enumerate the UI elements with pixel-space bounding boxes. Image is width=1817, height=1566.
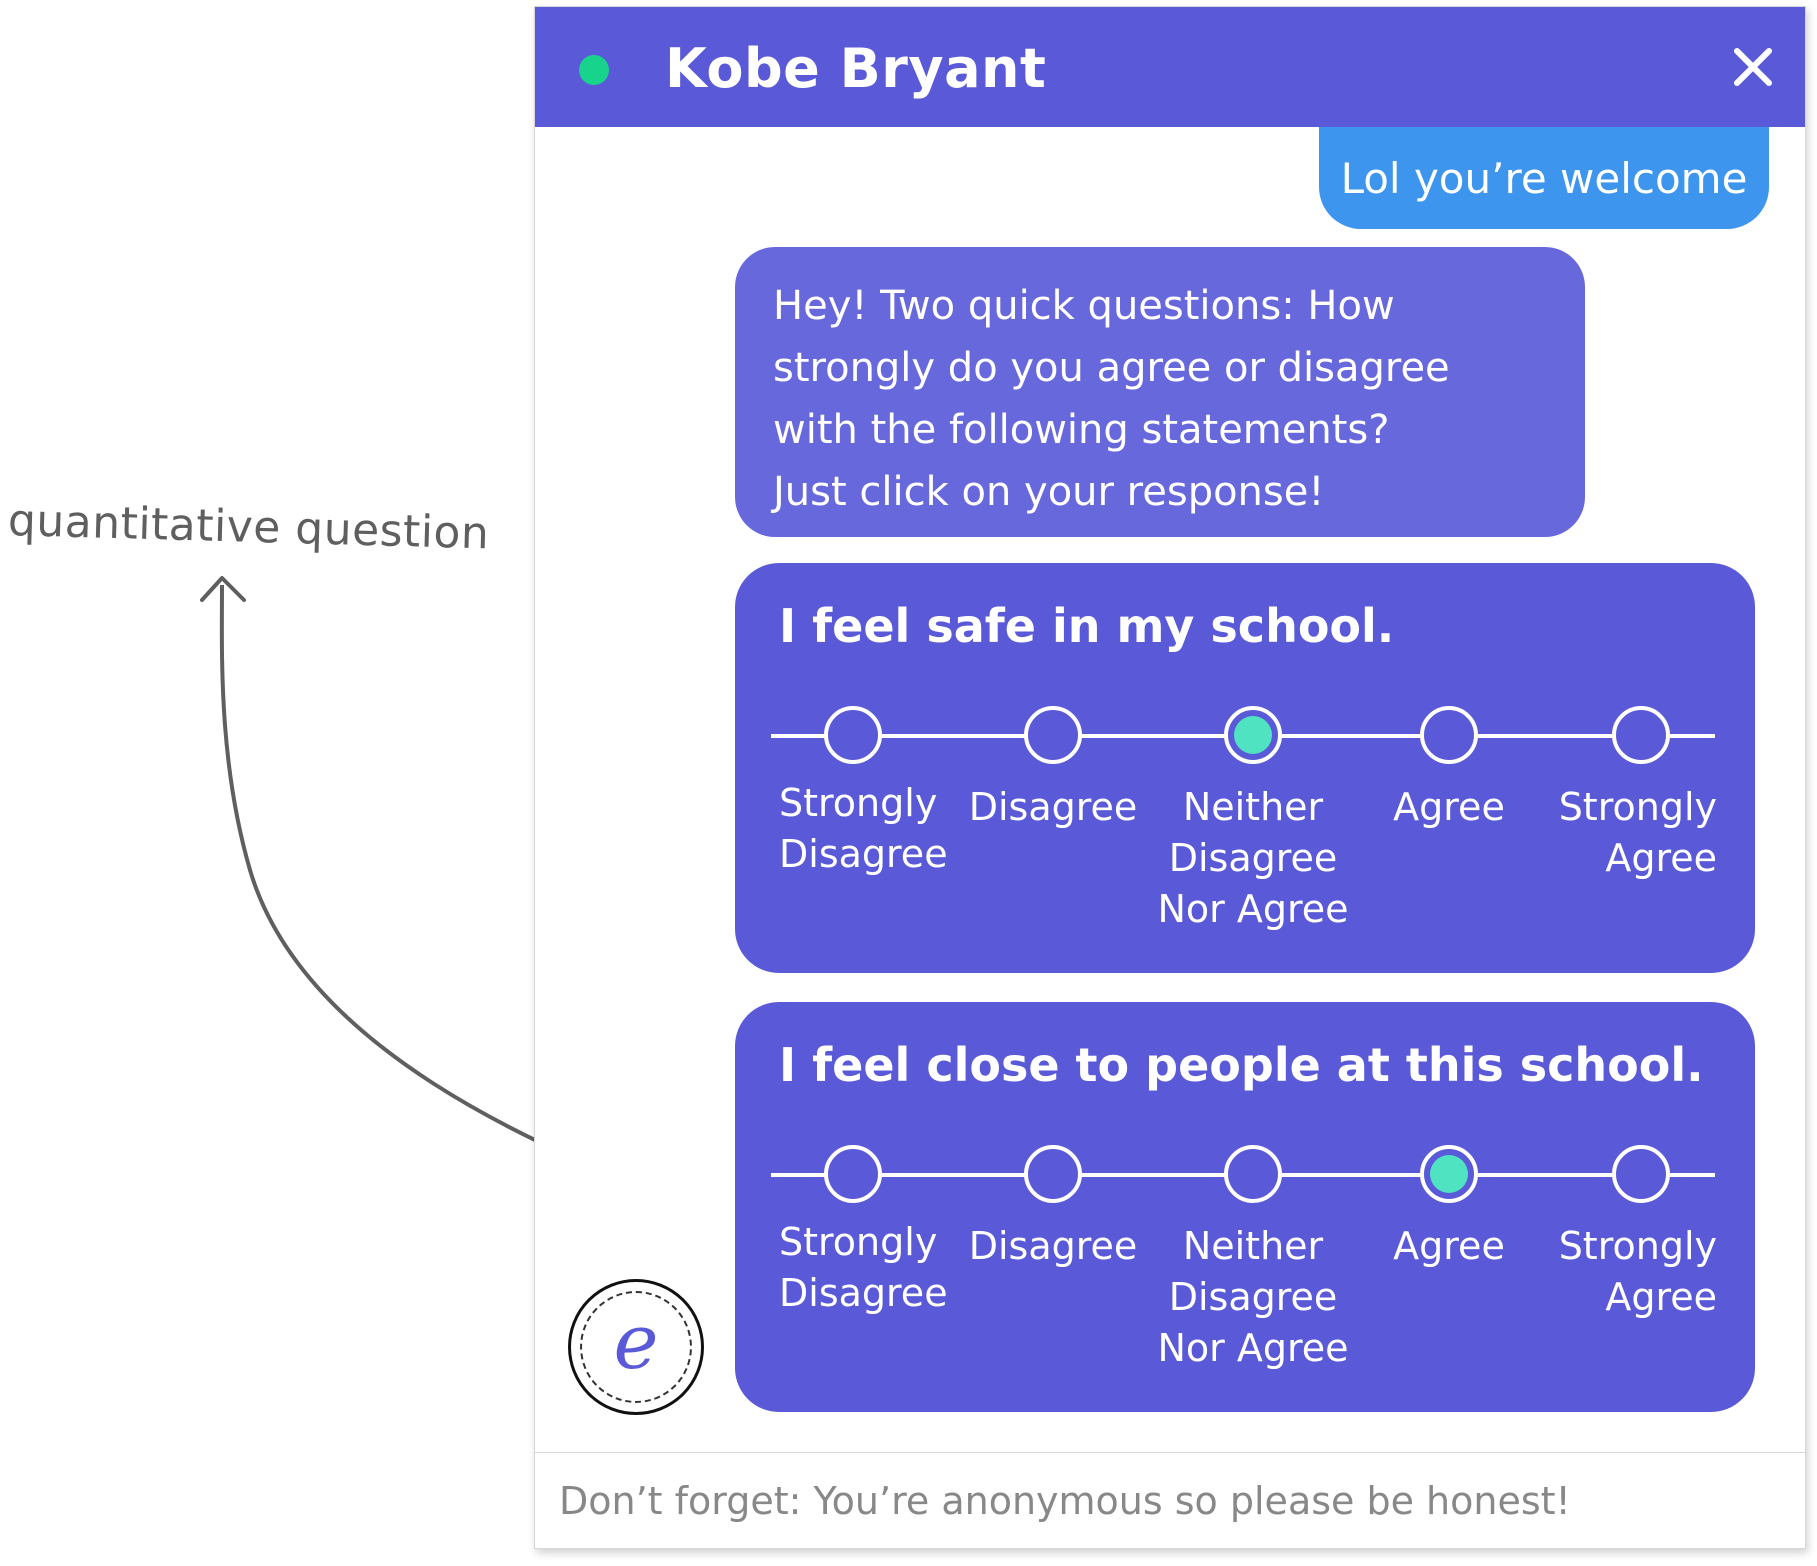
radio-button[interactable] bbox=[1420, 706, 1478, 764]
option-label: Strongly Agree bbox=[1558, 1224, 1717, 1319]
question-card-close: I feel close to people at this school. S… bbox=[735, 1002, 1755, 1412]
radio-button[interactable] bbox=[1612, 706, 1670, 764]
likert-option-strongly-agree[interactable]: Strongly Agree bbox=[1541, 1145, 1741, 1385]
close-icon bbox=[1734, 48, 1772, 86]
option-label: Strongly Agree bbox=[1558, 785, 1717, 880]
radio-button[interactable] bbox=[1024, 1145, 1082, 1203]
likert-option-disagree[interactable]: Disagree bbox=[953, 706, 1153, 946]
question-statement: I feel close to people at this school. bbox=[779, 1038, 1704, 1092]
likert-option-agree[interactable]: Agree bbox=[1349, 706, 1549, 946]
radio-button-selected[interactable] bbox=[1224, 706, 1282, 764]
online-status-icon bbox=[579, 55, 609, 85]
question-card-safe: I feel safe in my school. Strongly Disag… bbox=[735, 563, 1755, 973]
option-label: Agree bbox=[1393, 1224, 1505, 1268]
option-label: Strongly Disagree bbox=[779, 1220, 948, 1315]
radio-button-selected[interactable] bbox=[1420, 1145, 1478, 1203]
chat-window: Kobe Bryant Lol you’re welcome Hey! Two … bbox=[534, 6, 1806, 1549]
radio-button[interactable] bbox=[1612, 1145, 1670, 1203]
logo-ring: e bbox=[580, 1291, 692, 1403]
likert-option-strongly-agree[interactable]: Strongly Agree bbox=[1541, 706, 1741, 946]
likert-option-strongly-disagree[interactable]: Strongly Disagree bbox=[753, 1145, 953, 1385]
bot-message-bubble: Hey! Two quick questions: How strongly d… bbox=[735, 247, 1585, 537]
chat-footer: Don’t forget: You’re anonymous so please… bbox=[535, 1452, 1805, 1548]
option-label: Agree bbox=[1393, 785, 1505, 829]
bot-message-line: Hey! Two quick questions: How bbox=[773, 283, 1395, 329]
option-label: Disagree bbox=[968, 1224, 1138, 1268]
bot-message-line: strongly do you agree or disagree bbox=[773, 345, 1450, 391]
bot-message-line: Just click on your response! bbox=[773, 469, 1325, 515]
option-label: Strongly Disagree bbox=[779, 781, 948, 876]
option-label: Disagree bbox=[968, 785, 1138, 829]
radio-button[interactable] bbox=[824, 706, 882, 764]
likert-option-agree[interactable]: Agree bbox=[1349, 1145, 1549, 1385]
user-message-text: Lol you’re welcome bbox=[1340, 153, 1748, 203]
logo-letter: e bbox=[613, 1297, 659, 1386]
chat-header: Kobe Bryant bbox=[535, 7, 1805, 127]
radio-button[interactable] bbox=[824, 1145, 882, 1203]
likert-option-neither[interactable]: Neither Disagree Nor Agree bbox=[1153, 1145, 1353, 1385]
user-message-bubble: Lol you’re welcome bbox=[1319, 127, 1769, 229]
option-label: Neither Disagree Nor Agree bbox=[1157, 785, 1349, 931]
likert-option-disagree[interactable]: Disagree bbox=[953, 1145, 1153, 1385]
contact-name: Kobe Bryant bbox=[665, 37, 1047, 100]
brand-logo: e bbox=[568, 1279, 704, 1415]
radio-button[interactable] bbox=[1224, 1145, 1282, 1203]
bot-message-line: with the following statements? bbox=[773, 407, 1390, 453]
likert-option-neither[interactable]: Neither Disagree Nor Agree bbox=[1153, 706, 1353, 946]
footer-reminder: Don’t forget: You’re anonymous so please… bbox=[559, 1478, 1571, 1523]
question-statement: I feel safe in my school. bbox=[779, 599, 1395, 653]
option-label: Neither Disagree Nor Agree bbox=[1157, 1224, 1349, 1370]
likert-option-strongly-disagree[interactable]: Strongly Disagree bbox=[753, 706, 953, 946]
close-button[interactable] bbox=[1721, 35, 1785, 99]
radio-button[interactable] bbox=[1024, 706, 1082, 764]
